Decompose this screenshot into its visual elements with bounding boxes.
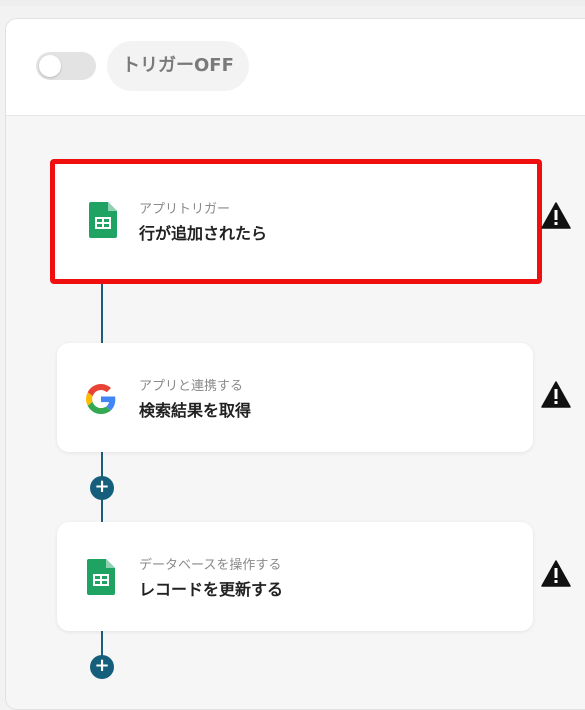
add-step-button[interactable]: + [90, 655, 114, 679]
step-title: 行が追加されたら [139, 224, 268, 243]
flow-step-card[interactable]: データベースを操作する レコードを更新する [57, 522, 533, 631]
flow-header: トリガーOFF [6, 19, 585, 116]
trigger-status-label: トリガーOFF [107, 41, 249, 91]
flow-canvas: + + アプリトリガー 行が追加されたら アプリと連携する 検索結果を取得 デー… [6, 116, 585, 709]
step-title: 検索結果を取得 [139, 401, 252, 420]
warning-icon [541, 381, 571, 412]
warning-icon [541, 202, 571, 233]
step-title: レコードを更新する [139, 580, 284, 599]
google-icon [86, 384, 116, 418]
flow-step-card[interactable]: アプリトリガー 行が追加されたら [50, 159, 542, 284]
trigger-toggle[interactable] [36, 52, 96, 80]
connector-line [101, 276, 103, 346]
add-step-button[interactable]: + [90, 476, 114, 500]
google-sheets-icon [89, 202, 117, 242]
toggle-knob [39, 55, 61, 77]
google-sheets-icon [87, 559, 115, 599]
flow-step-card[interactable]: アプリと連携する 検索結果を取得 [57, 343, 533, 452]
flow-panel: トリガーOFF + + アプリトリガー 行が追加されたら アプリと連携する 検索… [5, 18, 585, 710]
step-subtitle: データベースを操作する [139, 558, 282, 573]
step-subtitle: アプリと連携する [139, 379, 244, 394]
step-subtitle: アプリトリガー [139, 202, 231, 217]
warning-icon [541, 560, 571, 591]
top-bar [0, 0, 585, 6]
